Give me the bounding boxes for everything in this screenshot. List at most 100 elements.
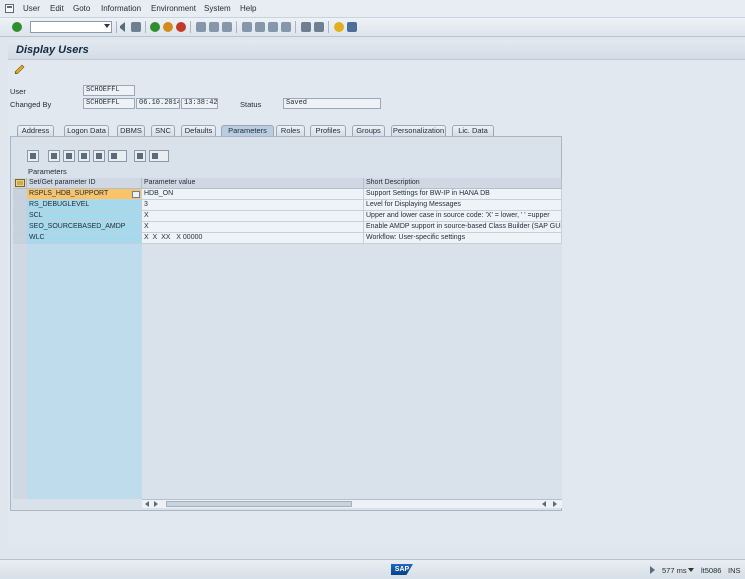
tab-logon-data[interactable]: Logon Data	[64, 125, 109, 136]
back-arrow-icon[interactable]	[119, 22, 125, 32]
tab-dbms[interactable]: DBMS	[117, 125, 145, 136]
scroll-right-icon[interactable]	[553, 501, 557, 507]
tab-groups[interactable]: Groups	[352, 125, 385, 136]
filter-icon[interactable]	[108, 150, 127, 162]
system-menu-icon[interactable]	[5, 4, 14, 13]
menu-goto[interactable]: Goto	[73, 4, 90, 13]
parameter-id-cell[interactable]: RSPLS_HDB_SUPPORT	[27, 189, 142, 200]
row-selector[interactable]	[13, 233, 27, 244]
column-header-value[interactable]: Parameter value	[142, 178, 364, 189]
tab-profiles[interactable]: Profiles	[310, 125, 346, 136]
menu-system[interactable]: System	[204, 4, 231, 13]
grid-caption: Parameters	[28, 167, 67, 176]
changed-date-field: 06.10.2014	[136, 98, 180, 109]
display-change-icon[interactable]	[14, 64, 25, 74]
menu-user[interactable]: User	[23, 4, 40, 13]
layout-menu-icon[interactable]	[347, 22, 357, 32]
parameter-desc-cell: Workflow: User-specific settings	[364, 233, 562, 244]
parameter-value-cell[interactable]: X	[142, 211, 364, 222]
tab-address[interactable]: Address	[17, 125, 54, 136]
table-row[interactable]: RS_DEBUGLEVEL 3 Level for Displaying Mes…	[13, 200, 562, 211]
toolbar-separator	[295, 21, 296, 33]
parameter-id-cell[interactable]: WLC	[27, 233, 142, 244]
parameter-id-cell[interactable]: RS_DEBUGLEVEL	[27, 200, 142, 211]
scroll-right-icon[interactable]	[154, 501, 158, 507]
find-icon[interactable]	[209, 22, 219, 32]
parameter-value-cell[interactable]: 3	[142, 200, 364, 211]
tab-defaults[interactable]: Defaults	[181, 125, 216, 136]
back-icon[interactable]	[150, 22, 160, 32]
parameter-value-cell[interactable]: X	[142, 222, 364, 233]
find-next-icon[interactable]	[93, 150, 105, 162]
views-icon[interactable]	[149, 150, 169, 162]
parameter-id-cell[interactable]: SEO_SOURCEBASED_AMDP	[27, 222, 142, 233]
parameter-id-cell[interactable]: SCL	[27, 211, 142, 222]
row-selector[interactable]	[13, 189, 27, 200]
parameter-desc-cell: Enable AMDP support in source-based Clas…	[364, 222, 562, 233]
tab-personalization[interactable]: Personalization	[391, 125, 446, 136]
details-icon[interactable]	[27, 150, 39, 162]
scrollbar-thumb[interactable]	[166, 501, 352, 507]
sort-descending-icon[interactable]	[63, 150, 75, 162]
title-bar: Display Users	[8, 40, 745, 60]
parameters-grid: Set/Get parameter ID Parameter value Sho…	[13, 178, 562, 499]
table-row[interactable]: SCL X Upper and lower case in source cod…	[13, 211, 562, 222]
column-header-id[interactable]: Set/Get parameter ID	[27, 178, 142, 189]
play-icon[interactable]	[650, 566, 655, 574]
scroll-left-icon[interactable]	[542, 501, 546, 507]
row-selector-column	[13, 244, 27, 499]
sap-logo: SAP	[391, 564, 413, 575]
user-field[interactable]: SCHOEFFL	[83, 85, 135, 96]
menu-help[interactable]: Help	[240, 4, 256, 13]
shortcut-icon[interactable]	[314, 22, 324, 32]
help-icon[interactable]	[334, 22, 344, 32]
search-help-icon[interactable]	[132, 191, 140, 198]
menu-edit[interactable]: Edit	[50, 4, 64, 13]
scroll-left-icon[interactable]	[145, 501, 149, 507]
tab-roles[interactable]: Roles	[276, 125, 305, 136]
row-selector[interactable]	[13, 222, 27, 233]
row-selector[interactable]	[13, 200, 27, 211]
toolbar-separator	[145, 21, 146, 33]
command-field[interactable]	[30, 21, 112, 33]
find-icon[interactable]	[78, 150, 90, 162]
alv-toolbar	[17, 150, 170, 163]
menu-environment[interactable]: Environment	[151, 4, 196, 13]
enter-icon[interactable]	[12, 22, 22, 32]
menu-bar: User Edit Goto Information Environment S…	[0, 0, 745, 18]
cancel-icon[interactable]	[176, 22, 186, 32]
application-toolbar	[8, 61, 745, 78]
print-icon[interactable]	[196, 22, 206, 32]
print-icon[interactable]	[134, 150, 146, 162]
table-row[interactable]: SEO_SOURCEBASED_AMDP X Enable AMDP suppo…	[13, 222, 562, 233]
column-header-desc[interactable]: Short Description	[364, 178, 562, 189]
horizontal-scrollbar[interactable]	[142, 499, 562, 508]
chevron-down-icon[interactable]	[688, 568, 694, 572]
changed-by-field: SCHOEFFL	[83, 98, 135, 109]
parameter-desc-cell: Level for Displaying Messages	[364, 200, 562, 211]
next-page-icon[interactable]	[268, 22, 278, 32]
parameter-value-cell[interactable]: X X XX X 00000	[142, 233, 364, 244]
first-page-icon[interactable]	[242, 22, 252, 32]
response-time: 577 ms	[662, 566, 687, 575]
find-next-icon[interactable]	[222, 22, 232, 32]
chevron-down-icon[interactable]	[104, 24, 110, 28]
table-row[interactable]: RSPLS_HDB_SUPPORT HDB_ON Support Setting…	[13, 189, 562, 200]
tab-snc[interactable]: SNC	[151, 125, 175, 136]
previous-page-icon[interactable]	[255, 22, 265, 32]
parameter-value-cell[interactable]: HDB_ON	[142, 189, 364, 200]
user-label: User	[10, 87, 26, 96]
save-icon[interactable]	[131, 22, 141, 32]
tab-lic-data[interactable]: Lic. Data	[452, 125, 494, 136]
changed-time-field: 13:38:42	[181, 98, 218, 109]
exit-icon[interactable]	[163, 22, 173, 32]
select-all-icon[interactable]	[13, 178, 27, 189]
tab-parameters[interactable]: Parameters	[221, 125, 274, 136]
table-row[interactable]: WLC X X XX X 00000 Workflow: User-specif…	[13, 233, 562, 244]
menu-information[interactable]: Information	[101, 4, 141, 13]
new-session-icon[interactable]	[301, 22, 311, 32]
row-selector[interactable]	[13, 211, 27, 222]
last-page-icon[interactable]	[281, 22, 291, 32]
insert-mode: INS	[728, 566, 741, 575]
sort-ascending-icon[interactable]	[48, 150, 60, 162]
